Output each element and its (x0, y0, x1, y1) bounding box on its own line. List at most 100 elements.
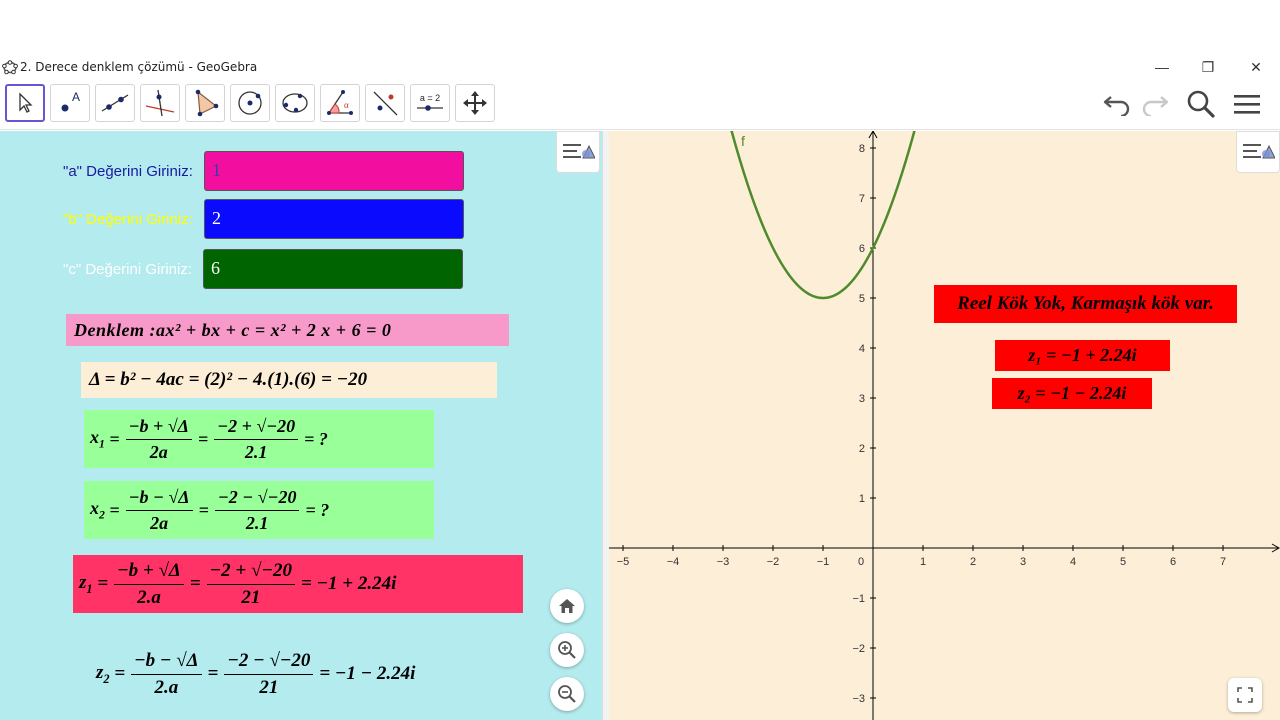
zoom-in-button[interactable] (550, 633, 584, 667)
axes (609, 131, 1280, 720)
arrow-pointer-icon (19, 92, 33, 113)
zoom-in-icon (558, 641, 576, 659)
y-tick-label: −1 (852, 593, 865, 605)
polygon-tool[interactable] (185, 84, 225, 122)
x-tick-label: −5 (617, 556, 630, 568)
x-tick-label: 7 (1220, 556, 1226, 568)
close-icon: ✕ (1250, 58, 1262, 75)
geogebra-logo-icon (2, 60, 18, 75)
z2-result: = −1 − 2.24i (319, 663, 416, 684)
delta-expression: Δ = b² − 4ac = (2)² − 4.(1).(6) = −20 (89, 369, 368, 390)
x1-fraction-values: −2 + √−20 2.1 (214, 416, 299, 463)
y-tick-label: −3 (852, 693, 865, 705)
menu-button[interactable] (1230, 88, 1264, 120)
y-tick-label: 5 (859, 293, 865, 305)
function-curve[interactable] (730, 131, 916, 300)
home-button[interactable] (550, 589, 584, 623)
x-tick-label: 2 (970, 556, 976, 568)
line-tool[interactable] (95, 84, 135, 122)
circle-icon (238, 91, 262, 115)
conic-tool[interactable] (275, 84, 315, 122)
x-tick-label: −3 (717, 556, 730, 568)
algebra-panel: "a" Değerini Giriniz: 1 "b" Değerini Gir… (0, 131, 602, 720)
close-button[interactable]: ✕ (1236, 56, 1276, 78)
window-titlebar: 2. Derece denklem çözümü - GeoGebra — ❐ … (0, 56, 1280, 78)
complex-root-1[interactable]: z₁ = −1 + 2.24i (995, 340, 1170, 371)
x2-fraction-general: −b − √Δ 2a (125, 487, 193, 534)
input-c-field[interactable]: 6 (203, 249, 463, 289)
move-graphics-icon (463, 91, 487, 115)
y-tick-label: 4 (859, 343, 865, 355)
input-b-field[interactable]: 2 (204, 199, 464, 239)
style-bar-icon (1243, 144, 1275, 159)
graph-canvas[interactable]: −5 −4 −3 −2 −1 0 1 2 3 4 5 6 7 8 7 6 5 4 3 2 1 −1 −2 −3 f (609, 131, 1280, 720)
search-icon (1187, 90, 1215, 118)
menu-icon (1234, 95, 1260, 114)
window-title: 2. Derece denklem çözümü - GeoGebra (20, 60, 258, 74)
delta-text: Δ = b² − 4ac = (2)² − 4.(1).(6) = −20 (81, 362, 497, 398)
circle-tool[interactable] (230, 84, 270, 122)
y-tick-label: 1 (859, 493, 865, 505)
x-tick-label: 3 (1020, 556, 1026, 568)
svg-text:a = 2: a = 2 (420, 93, 440, 103)
slider-icon: a = 2 (417, 93, 443, 111)
z2-lhs: z2 (96, 661, 110, 686)
slider-tool[interactable]: a = 2 (410, 84, 450, 122)
angle-tool[interactable]: α (320, 84, 360, 122)
input-b-label: "b" Değerini Giriniz: (63, 211, 193, 228)
equation-text: Denklem : ax² + bx + c = x² + 2 x + 6 = … (66, 314, 509, 346)
restore-button[interactable]: ❐ (1188, 56, 1228, 78)
svg-text:A: A (72, 90, 80, 104)
x2-lhs: x2 (90, 498, 105, 522)
search-button[interactable] (1184, 88, 1218, 120)
z1-lhs: z1 (79, 571, 93, 596)
x-tick-label: 4 (1070, 556, 1076, 568)
conic-icon (282, 93, 308, 113)
polygon-icon (195, 89, 219, 117)
move-tool[interactable] (5, 84, 45, 122)
complex-root-2[interactable]: z₂ = −1 − 2.24i (992, 378, 1152, 409)
equation-equals: = (249, 319, 271, 340)
panel-divider[interactable] (602, 131, 609, 720)
line-icon (101, 94, 129, 112)
input-a-field[interactable]: 1 (204, 151, 464, 191)
style-bar-toggle-left[interactable] (556, 131, 600, 173)
x2-formula: x2 = −b − √Δ 2a = −2 − √−20 2.1 = ? (84, 481, 434, 539)
style-bar-toggle-right[interactable] (1236, 131, 1280, 173)
point-icon: A (61, 90, 80, 112)
redo-button[interactable] (1138, 88, 1172, 120)
z1-formula: z1 = −b + √Δ 2.a = −2 + √−20 21 = −1 + 2.2… (73, 555, 523, 613)
move-graphics-tool[interactable] (455, 84, 495, 122)
graphics-panel[interactable]: −5 −4 −3 −2 −1 0 1 2 3 4 5 6 7 8 7 6 5 4 3 2 1 −1 −2 −3 f Reel … (609, 131, 1280, 720)
z2-formula: z2 = −b − √Δ 2.a = −2 − √−20 21 = −1 − 2.2… (96, 649, 416, 699)
input-a-label: "a" Değerini Giriniz: (63, 163, 193, 180)
redo-icon (1142, 96, 1169, 116)
no-real-root-message[interactable]: Reel Kök Yok, Karmaşık kök var. (934, 285, 1237, 323)
minimize-button[interactable]: — (1142, 56, 1182, 78)
fullscreen-button[interactable] (1228, 678, 1262, 712)
x1-fraction-general: −b + √Δ 2a (125, 416, 192, 463)
function-label[interactable]: f (741, 133, 745, 149)
x1-result: = ? (304, 428, 328, 449)
undo-button[interactable] (1100, 88, 1134, 120)
y-tick-label: 2 (859, 443, 865, 455)
y-tick-label: −2 (852, 643, 865, 655)
minimize-icon: — (1155, 59, 1169, 75)
x-tick-label: 1 (920, 556, 926, 568)
angle-icon: α (327, 90, 353, 115)
z2-fraction-general: −b − √Δ 2.a (131, 650, 202, 699)
reflect-icon (373, 91, 398, 116)
home-icon (559, 599, 575, 613)
perpendicular-line-icon (145, 89, 175, 117)
z2-fraction-values: −2 − √−20 21 (224, 650, 314, 699)
toolbar: A α a = 2 (0, 78, 1280, 130)
perpendicular-tool[interactable] (140, 84, 180, 122)
z1-fraction-general: −b + √Δ 2.a (114, 560, 184, 609)
zoom-out-button[interactable] (550, 677, 584, 711)
x-tick-label: −2 (767, 556, 780, 568)
reflect-tool[interactable] (365, 84, 405, 122)
point-tool[interactable]: A (50, 84, 90, 122)
y-tick-label: 8 (859, 143, 865, 155)
z1-result: = −1 + 2.24i (300, 573, 397, 594)
style-bar-icon (563, 144, 595, 159)
